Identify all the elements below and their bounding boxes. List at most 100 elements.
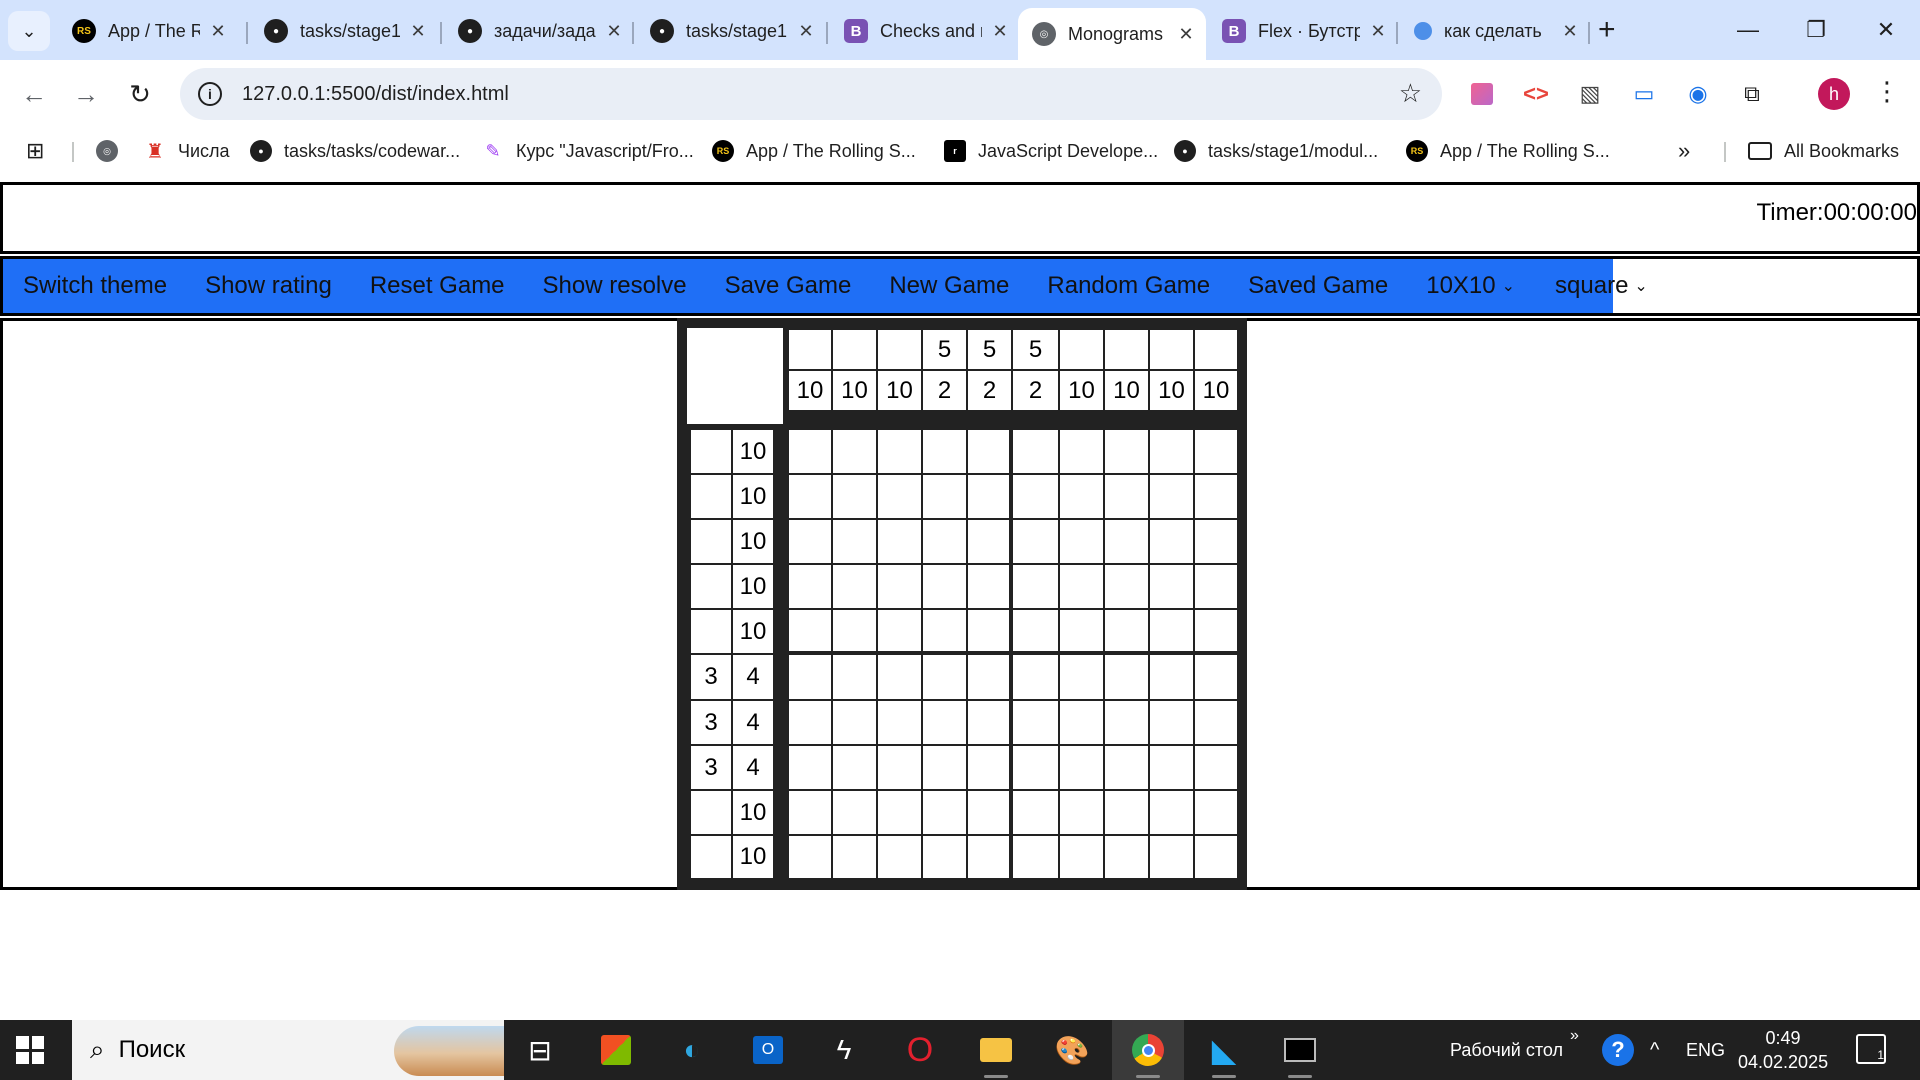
grid-cell[interactable]	[1105, 655, 1148, 699]
close-tab-icon[interactable]: ✕	[208, 21, 228, 42]
grid-cell[interactable]	[833, 520, 876, 563]
tab-4[interactable]: B Checks and radios ✕	[830, 10, 1020, 52]
grid-cell[interactable]	[833, 430, 876, 473]
reload-icon[interactable]: ↻	[122, 76, 158, 112]
edge-icon[interactable]: ◐	[656, 1020, 728, 1080]
close-tab-icon[interactable]: ✕	[1368, 21, 1388, 42]
grid-cell[interactable]	[1013, 520, 1058, 563]
more-bookmarks-icon[interactable]: »	[1678, 136, 1690, 166]
grid-cell[interactable]	[1013, 836, 1058, 878]
ruler-extension-icon[interactable]: ▧	[1576, 80, 1604, 108]
grid-cell[interactable]	[1195, 475, 1237, 518]
vscode-icon[interactable]: ◣	[1188, 1020, 1260, 1080]
close-tab-icon[interactable]: ✕	[990, 21, 1010, 42]
grid-cell[interactable]	[923, 836, 966, 878]
grid-cell[interactable]	[1195, 791, 1237, 834]
grid-cell[interactable]	[968, 475, 1009, 518]
terminal-icon[interactable]	[1264, 1020, 1336, 1080]
grid-cell[interactable]	[1195, 701, 1237, 744]
window-extension-icon[interactable]: ▭	[1630, 80, 1658, 108]
winamp-icon[interactable]: ϟ	[808, 1020, 880, 1080]
grid-cell[interactable]	[833, 610, 876, 651]
apps-grid-icon[interactable]: ⊞	[26, 136, 44, 166]
grid-cell[interactable]	[968, 655, 1009, 699]
grid-cell[interactable]	[833, 565, 876, 608]
grid-cell[interactable]	[968, 430, 1009, 473]
bookmark-5[interactable]: r JavaScript Develope...	[944, 136, 1158, 166]
grid-cell[interactable]	[1150, 791, 1193, 834]
color-picker-extension-icon[interactable]	[1468, 80, 1496, 108]
all-bookmarks-button[interactable]: All Bookmarks	[1748, 136, 1899, 166]
grid-cell[interactable]	[1150, 746, 1193, 789]
grid-cell[interactable]	[1013, 565, 1058, 608]
close-tab-icon[interactable]: ✕	[796, 21, 816, 42]
new-tab-icon[interactable]: +	[1598, 12, 1616, 48]
grid-cell[interactable]	[1060, 836, 1103, 878]
grid-cell[interactable]	[789, 610, 831, 651]
forward-arrow-icon[interactable]: →	[68, 76, 104, 112]
tab-2[interactable]: ● задачи/задачи ✕	[444, 10, 634, 52]
grid-cell[interactable]	[878, 655, 921, 699]
microsoft-store-icon[interactable]	[580, 1020, 652, 1080]
grid-cell[interactable]	[923, 610, 966, 651]
grid-cell[interactable]	[1195, 520, 1237, 563]
grid-cell[interactable]	[1150, 836, 1193, 878]
restore-icon[interactable]: ❐	[1788, 10, 1844, 50]
grid-cell[interactable]	[833, 836, 876, 878]
grid-cell[interactable]	[1150, 430, 1193, 473]
tab-7[interactable]: как сделать ✕	[1400, 10, 1590, 52]
grid-cell[interactable]	[968, 610, 1009, 651]
grid-cell[interactable]	[923, 655, 966, 699]
bookmark-4[interactable]: RS App / The Rolling S...	[712, 136, 916, 166]
saved-game-button[interactable]: Saved Game	[1248, 272, 1388, 300]
grid-cell[interactable]	[1060, 746, 1103, 789]
bookmark-star-icon[interactable]: ☆	[1399, 78, 1422, 109]
grid-cell[interactable]	[878, 746, 921, 789]
bookmark-3[interactable]: ✎ Курс "Javascript/Fro...	[482, 136, 693, 166]
grid-cell[interactable]	[878, 791, 921, 834]
grid-cell[interactable]	[789, 791, 831, 834]
bookmark-2[interactable]: ● tasks/tasks/codewar...	[250, 136, 460, 166]
bookmark-6[interactable]: ● tasks/stage1/modul...	[1174, 136, 1378, 166]
shape-select[interactable]: square ⌄	[1555, 272, 1648, 300]
grid-cell[interactable]	[789, 475, 831, 518]
grid-cell[interactable]	[1105, 430, 1148, 473]
grid-cell[interactable]	[923, 791, 966, 834]
url-text[interactable]: 127.0.0.1:5500/dist/index.html	[242, 83, 509, 106]
grid-cell[interactable]	[1105, 565, 1148, 608]
grid-cell[interactable]	[1060, 565, 1103, 608]
taskbar-clock[interactable]: 0:49 04.02.2025	[1738, 1026, 1828, 1074]
tab-3[interactable]: ● tasks/stage1 ✕	[636, 10, 826, 52]
grid-cell[interactable]	[789, 430, 831, 473]
grid-cell[interactable]	[1013, 430, 1058, 473]
code-extension-icon[interactable]: <>	[1522, 80, 1550, 108]
taskbar-search[interactable]: ⌕ Поиск	[72, 1020, 504, 1080]
back-arrow-icon[interactable]: ←	[16, 76, 52, 112]
grid-cell[interactable]	[878, 701, 921, 744]
grid-cell[interactable]	[1105, 791, 1148, 834]
grid-cell[interactable]	[923, 701, 966, 744]
grid-cell[interactable]	[833, 655, 876, 699]
close-tab-icon[interactable]: ✕	[408, 21, 428, 42]
grid-cell[interactable]	[878, 520, 921, 563]
grid-cell[interactable]	[1150, 655, 1193, 699]
grid-cell[interactable]	[1195, 836, 1237, 878]
save-game-button[interactable]: Save Game	[725, 272, 852, 300]
grid-cell[interactable]	[878, 565, 921, 608]
grid-cell[interactable]	[878, 430, 921, 473]
grid-cell[interactable]	[923, 746, 966, 789]
grid-cell[interactable]	[1195, 746, 1237, 789]
grid-cell[interactable]	[1105, 610, 1148, 651]
grid-cell[interactable]	[1150, 701, 1193, 744]
grid-cell[interactable]	[1195, 565, 1237, 608]
paint-icon[interactable]: 🎨	[1036, 1020, 1108, 1080]
show-rating-button[interactable]: Show rating	[205, 272, 332, 300]
grid-cell[interactable]	[968, 791, 1009, 834]
address-bar[interactable]: i 127.0.0.1:5500/dist/index.html ☆	[180, 68, 1442, 120]
close-window-icon[interactable]: ✕	[1858, 10, 1914, 50]
grid-cell[interactable]	[1060, 791, 1103, 834]
grid-cell[interactable]	[1195, 610, 1237, 651]
grid-cell[interactable]	[878, 475, 921, 518]
grid-cell[interactable]	[1060, 655, 1103, 699]
site-info-icon[interactable]: i	[198, 82, 222, 106]
